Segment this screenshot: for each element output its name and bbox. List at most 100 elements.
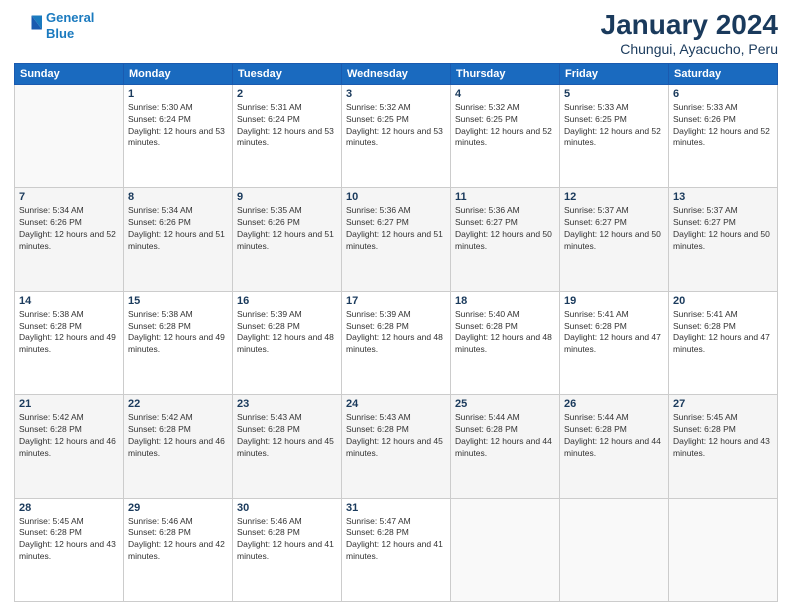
calendar-cell: 5 Sunrise: 5:33 AMSunset: 6:25 PMDaylight…	[560, 84, 669, 187]
day-number: 23	[237, 398, 337, 410]
day-info: Sunrise: 5:37 AMSunset: 6:27 PMDaylight:…	[673, 205, 773, 253]
day-info: Sunrise: 5:37 AMSunset: 6:27 PMDaylight:…	[564, 205, 664, 253]
day-info: Sunrise: 5:42 AMSunset: 6:28 PMDaylight:…	[128, 412, 228, 460]
weekday-header: Tuesday	[233, 63, 342, 84]
weekday-header: Monday	[124, 63, 233, 84]
day-number: 26	[564, 398, 664, 410]
day-number: 31	[346, 502, 446, 514]
logo-line2: Blue	[46, 26, 74, 41]
calendar-cell: 29 Sunrise: 5:46 AMSunset: 6:28 PMDayligh…	[124, 498, 233, 601]
calendar-cell: 19 Sunrise: 5:41 AMSunset: 6:28 PMDayligh…	[560, 291, 669, 394]
day-info: Sunrise: 5:34 AMSunset: 6:26 PMDaylight:…	[128, 205, 228, 253]
day-number: 2	[237, 88, 337, 100]
day-number: 8	[128, 191, 228, 203]
calendar-cell	[451, 498, 560, 601]
day-number: 15	[128, 295, 228, 307]
day-info: Sunrise: 5:35 AMSunset: 6:26 PMDaylight:…	[237, 205, 337, 253]
calendar-cell: 20Sunrise: 5:41 AMSunset: 6:28 PMDayligh…	[669, 291, 778, 394]
day-info: Sunrise: 5:31 AMSunset: 6:24 PMDaylight:…	[237, 102, 337, 150]
calendar-cell: 1 Sunrise: 5:30 AMSunset: 6:24 PMDaylight…	[124, 84, 233, 187]
day-number: 11	[455, 191, 555, 203]
calendar-cell: 15Sunrise: 5:38 AMSunset: 6:28 PMDayligh…	[124, 291, 233, 394]
day-info: Sunrise: 5:41 AMSunset: 6:28 PMDaylight:…	[564, 309, 664, 357]
calendar-cell: 25 Sunrise: 5:44 AMSunset: 6:28 PMDayligh…	[451, 395, 560, 498]
day-info: Sunrise: 5:34 AMSunset: 6:26 PMDaylight:…	[19, 205, 119, 253]
calendar-cell: 30 Sunrise: 5:46 AMSunset: 6:28 PMDayligh…	[233, 498, 342, 601]
day-number: 22	[128, 398, 228, 410]
calendar-cell: 12 Sunrise: 5:37 AMSunset: 6:27 PMDayligh…	[560, 188, 669, 291]
day-number: 27	[673, 398, 773, 410]
calendar-cell: 8 Sunrise: 5:34 AMSunset: 6:26 PMDaylight…	[124, 188, 233, 291]
day-number: 5	[564, 88, 664, 100]
day-info: Sunrise: 5:44 AMSunset: 6:28 PMDaylight:…	[564, 412, 664, 460]
day-number: 20	[673, 295, 773, 307]
calendar-cell: 2 Sunrise: 5:31 AMSunset: 6:24 PMDaylight…	[233, 84, 342, 187]
calendar-cell: 17Sunrise: 5:39 AMSunset: 6:28 PMDayligh…	[342, 291, 451, 394]
day-number: 7	[19, 191, 119, 203]
logo: General Blue	[14, 10, 94, 41]
day-info: Sunrise: 5:47 AMSunset: 6:28 PMDaylight:…	[346, 516, 446, 564]
day-number: 17	[346, 295, 446, 307]
day-info: Sunrise: 5:45 AMSunset: 6:28 PMDaylight:…	[673, 412, 773, 460]
day-info: Sunrise: 5:36 AMSunset: 6:27 PMDaylight:…	[455, 205, 555, 253]
day-number: 13	[673, 191, 773, 203]
day-number: 30	[237, 502, 337, 514]
day-info: Sunrise: 5:38 AMSunset: 6:28 PMDaylight:…	[19, 309, 119, 357]
day-info: Sunrise: 5:43 AMSunset: 6:28 PMDaylight:…	[237, 412, 337, 460]
logo-line1: General	[46, 10, 94, 25]
calendar-table: SundayMondayTuesdayWednesdayThursdayFrid…	[14, 63, 778, 602]
logo-text: General Blue	[46, 10, 94, 41]
day-number: 10	[346, 191, 446, 203]
calendar-cell: 27 Sunrise: 5:45 AMSunset: 6:28 PMDayligh…	[669, 395, 778, 498]
calendar-week-row: 7 Sunrise: 5:34 AMSunset: 6:26 PMDaylight…	[15, 188, 778, 291]
calendar-cell: 3 Sunrise: 5:32 AMSunset: 6:25 PMDaylight…	[342, 84, 451, 187]
calendar-cell: 26 Sunrise: 5:44 AMSunset: 6:28 PMDayligh…	[560, 395, 669, 498]
day-info: Sunrise: 5:45 AMSunset: 6:28 PMDaylight:…	[19, 516, 119, 564]
calendar-week-row: 14 Sunrise: 5:38 AMSunset: 6:28 PMDayligh…	[15, 291, 778, 394]
calendar-week-row: 1 Sunrise: 5:30 AMSunset: 6:24 PMDaylight…	[15, 84, 778, 187]
day-number: 9	[237, 191, 337, 203]
day-info: Sunrise: 5:40 AMSunset: 6:28 PMDaylight:…	[455, 309, 555, 357]
title-area: January 2024 Chungui, Ayacucho, Peru	[601, 10, 778, 57]
day-info: Sunrise: 5:32 AMSunset: 6:25 PMDaylight:…	[455, 102, 555, 150]
day-number: 14	[19, 295, 119, 307]
calendar-cell: 7 Sunrise: 5:34 AMSunset: 6:26 PMDaylight…	[15, 188, 124, 291]
day-info: Sunrise: 5:46 AMSunset: 6:28 PMDaylight:…	[237, 516, 337, 564]
day-info: Sunrise: 5:44 AMSunset: 6:28 PMDaylight:…	[455, 412, 555, 460]
weekday-header: Sunday	[15, 63, 124, 84]
day-number: 21	[19, 398, 119, 410]
day-number: 18	[455, 295, 555, 307]
day-number: 1	[128, 88, 228, 100]
weekday-header: Thursday	[451, 63, 560, 84]
day-number: 28	[19, 502, 119, 514]
calendar-cell: 16Sunrise: 5:39 AMSunset: 6:28 PMDayligh…	[233, 291, 342, 394]
day-info: Sunrise: 5:46 AMSunset: 6:28 PMDaylight:…	[128, 516, 228, 564]
calendar-cell: 13 Sunrise: 5:37 AMSunset: 6:27 PMDayligh…	[669, 188, 778, 291]
day-number: 3	[346, 88, 446, 100]
day-info: Sunrise: 5:32 AMSunset: 6:25 PMDaylight:…	[346, 102, 446, 150]
day-number: 25	[455, 398, 555, 410]
weekday-header: Friday	[560, 63, 669, 84]
calendar-cell	[15, 84, 124, 187]
calendar-cell	[560, 498, 669, 601]
day-info: Sunrise: 5:30 AMSunset: 6:24 PMDaylight:…	[128, 102, 228, 150]
calendar-cell: 14 Sunrise: 5:38 AMSunset: 6:28 PMDayligh…	[15, 291, 124, 394]
calendar-week-row: 21 Sunrise: 5:42 AMSunset: 6:28 PMDayligh…	[15, 395, 778, 498]
day-info: Sunrise: 5:33 AMSunset: 6:26 PMDaylight:…	[673, 102, 773, 150]
calendar-cell: 4 Sunrise: 5:32 AMSunset: 6:25 PMDaylight…	[451, 84, 560, 187]
page: General Blue January 2024 Chungui, Ayacu…	[0, 0, 792, 612]
day-number: 12	[564, 191, 664, 203]
day-info: Sunrise: 5:33 AMSunset: 6:25 PMDaylight:…	[564, 102, 664, 150]
calendar-cell: 21Sunrise: 5:42 AMSunset: 6:28 PMDayligh…	[15, 395, 124, 498]
calendar-week-row: 28 Sunrise: 5:45 AMSunset: 6:28 PMDayligh…	[15, 498, 778, 601]
day-number: 24	[346, 398, 446, 410]
calendar-cell: 31 Sunrise: 5:47 AMSunset: 6:28 PMDayligh…	[342, 498, 451, 601]
weekday-header: Saturday	[669, 63, 778, 84]
day-number: 6	[673, 88, 773, 100]
day-number: 4	[455, 88, 555, 100]
calendar-cell: 23 Sunrise: 5:43 AMSunset: 6:28 PMDayligh…	[233, 395, 342, 498]
location: Chungui, Ayacucho, Peru	[601, 41, 778, 57]
day-info: Sunrise: 5:36 AMSunset: 6:27 PMDaylight:…	[346, 205, 446, 253]
day-number: 19	[564, 295, 664, 307]
day-number: 29	[128, 502, 228, 514]
